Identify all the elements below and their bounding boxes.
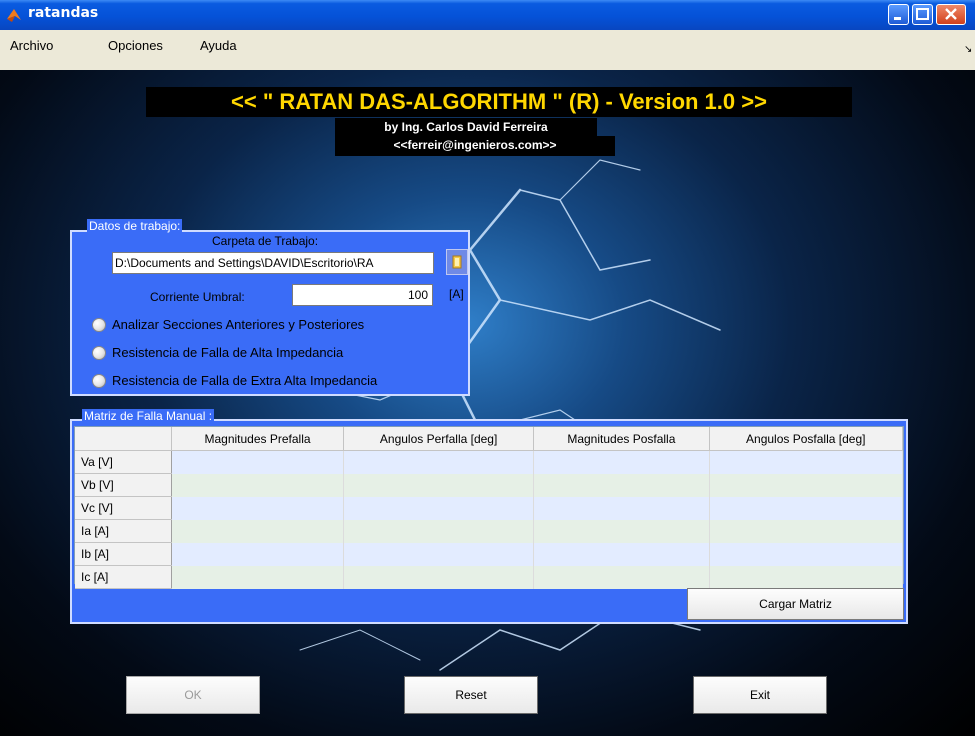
table-cell[interactable] (343, 519, 535, 543)
menu-ayuda[interactable]: Ayuda (200, 38, 237, 53)
radio-button-icon[interactable] (92, 318, 106, 332)
fault-matrix-table[interactable]: Magnitudes Prefalla Angulos Perfalla [de… (74, 426, 904, 589)
window-title: ratandas (28, 5, 99, 21)
table-cell[interactable] (171, 519, 344, 543)
umbral-label: Corriente Umbral: (150, 290, 245, 304)
radio-label: Resistencia de Falla de Alta Impedancia (112, 345, 344, 360)
table-cell[interactable] (171, 450, 344, 474)
umbral-input[interactable]: 100 (292, 284, 433, 306)
close-icon (945, 8, 957, 20)
minimize-button[interactable] (888, 4, 909, 25)
folder-icon (452, 255, 462, 269)
window-title-bar[interactable]: ratandas (0, 0, 975, 30)
cargar-matriz-button[interactable]: Cargar Matriz (687, 588, 904, 620)
table-row: Vb [V] (75, 473, 903, 497)
column-header[interactable]: Magnitudes Posfalla (533, 427, 710, 451)
carpeta-label: Carpeta de Trabajo: (212, 234, 319, 248)
table-row: Ib [A] (75, 542, 903, 566)
radio-label: Resistencia de Falla de Extra Alta Imped… (112, 373, 378, 388)
table-cell[interactable] (709, 519, 903, 543)
table-cell[interactable] (171, 542, 344, 566)
table-cell[interactable] (343, 542, 535, 566)
row-header: Vb [V] (75, 473, 172, 497)
close-button[interactable] (936, 4, 966, 25)
table-row: Vc [V] (75, 496, 903, 520)
table-cell[interactable] (533, 519, 710, 543)
column-header[interactable]: Magnitudes Prefalla (171, 427, 344, 451)
row-header: Vc [V] (75, 496, 172, 520)
table-cell[interactable] (343, 450, 535, 474)
table-cell[interactable] (343, 473, 535, 497)
row-header: Ib [A] (75, 542, 172, 566)
radio-button-icon[interactable] (92, 346, 106, 360)
table-cell[interactable] (533, 542, 710, 566)
ok-button[interactable]: OK (126, 676, 260, 714)
maximize-icon (916, 8, 929, 20)
table-cell[interactable] (709, 496, 903, 520)
table-cell[interactable] (709, 473, 903, 497)
row-header: Ia [A] (75, 519, 172, 543)
datos-panel-title: Datos de trabajo: (87, 219, 183, 233)
row-header: Ic [A] (75, 565, 172, 589)
carpeta-input[interactable]: D:\Documents and Settings\DAVID\Escritor… (112, 252, 434, 274)
table-row: Va [V] (75, 450, 903, 474)
reset-button[interactable]: Reset (404, 676, 538, 714)
table-cell[interactable] (533, 496, 710, 520)
row-header: Va [V] (75, 450, 172, 474)
app-header-title: << " RATAN DAS-ALGORITHM " (R) - Version… (146, 87, 852, 117)
radio-button-icon[interactable] (92, 374, 106, 388)
menu-bar: Archivo Opciones Ayuda ↘ (0, 30, 975, 71)
table-cell[interactable] (171, 473, 344, 497)
table-cell[interactable] (709, 542, 903, 566)
column-header[interactable]: Angulos Posfalla [deg] (709, 427, 903, 451)
table-cell[interactable] (343, 496, 535, 520)
table-row: Ia [A] (75, 519, 903, 543)
umbral-unit: [A] (449, 287, 464, 301)
app-author: by Ing. Carlos David Ferreira (335, 118, 597, 136)
table-cell[interactable] (709, 565, 903, 589)
table-cell[interactable] (171, 496, 344, 520)
lightning-background (299, 159, 721, 671)
minimize-icon (894, 17, 901, 20)
radio-label: Analizar Secciones Anteriores y Posterio… (112, 317, 365, 332)
exit-button[interactable]: Exit (693, 676, 827, 714)
menu-opciones[interactable]: Opciones (108, 38, 163, 53)
maximize-button[interactable] (912, 4, 933, 25)
menu-archivo[interactable]: Archivo (10, 38, 53, 53)
background-image (0, 70, 975, 736)
app-email: <<ferreir@ingenieros.com>> (335, 136, 615, 156)
table-cell[interactable] (343, 565, 535, 589)
browse-folder-button[interactable] (446, 249, 468, 275)
table-cell[interactable] (533, 473, 710, 497)
corner-header (75, 427, 172, 451)
matriz-panel-title: Matriz de Falla Manual : (82, 409, 215, 423)
matlab-icon (7, 9, 21, 22)
table-cell[interactable] (171, 565, 344, 589)
column-header[interactable]: Angulos Perfalla [deg] (343, 427, 535, 451)
table-row: Ic [A] (75, 565, 903, 589)
toolbar-arrow-icon[interactable]: ↘ (964, 44, 972, 55)
table-cell[interactable] (533, 565, 710, 589)
table-cell[interactable] (533, 450, 710, 474)
table-cell[interactable] (709, 450, 903, 474)
